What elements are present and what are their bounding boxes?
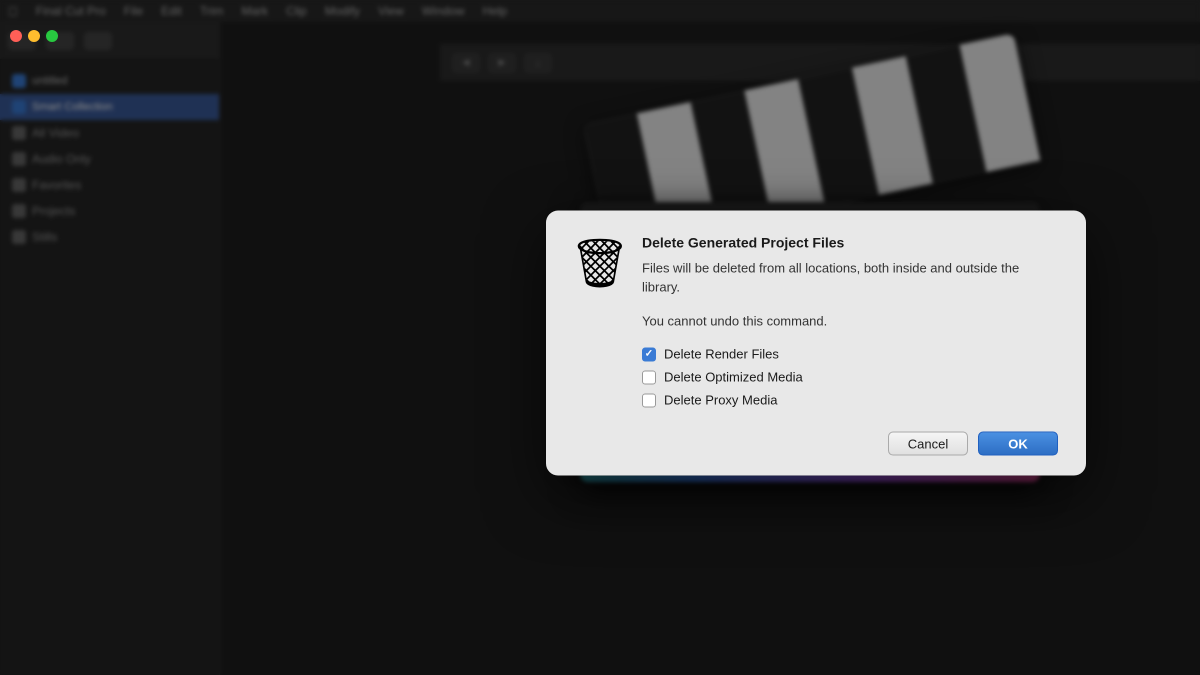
dialog-warning: You cannot undo this command. — [642, 311, 1058, 331]
dialog-text-content: Delete Generated Project Files Files wil… — [642, 234, 1058, 331]
delete-dialog: 🗑 Delete Generated Project Files Files w… — [546, 210, 1086, 476]
ok-button[interactable]: OK — [978, 432, 1058, 456]
maximize-button[interactable] — [46, 30, 58, 42]
checkbox-optimized-label: Delete Optimized Media — [664, 370, 803, 385]
minimize-button[interactable] — [28, 30, 40, 42]
checkbox-proxy-media[interactable] — [642, 393, 656, 407]
close-button[interactable] — [10, 30, 22, 42]
checkbox-row-optimized[interactable]: Delete Optimized Media — [642, 370, 1058, 385]
trash-icon-container: 🗑 — [574, 234, 626, 294]
dialog-title: Delete Generated Project Files — [642, 234, 1058, 250]
checkbox-render-label: Delete Render Files — [664, 347, 779, 362]
checkbox-render-files[interactable]: ✓ — [642, 347, 656, 361]
checkbox-row-render[interactable]: ✓ Delete Render Files — [642, 347, 1058, 362]
dialog-buttons: Cancel OK — [574, 428, 1058, 456]
cancel-button[interactable]: Cancel — [888, 432, 968, 456]
checkbox-proxy-label: Delete Proxy Media — [664, 393, 777, 408]
dialog-description: Files will be deleted from all locations… — [642, 258, 1058, 297]
trash-icon: 🗑 — [570, 240, 631, 288]
dialog-header: 🗑 Delete Generated Project Files Files w… — [574, 234, 1058, 331]
checkbox-row-proxy[interactable]: Delete Proxy Media — [642, 393, 1058, 408]
dialog-checkboxes: ✓ Delete Render Files Delete Optimized M… — [642, 347, 1058, 408]
window-controls — [10, 30, 58, 42]
checkmark-render: ✓ — [645, 349, 653, 359]
checkbox-optimized-media[interactable] — [642, 370, 656, 384]
